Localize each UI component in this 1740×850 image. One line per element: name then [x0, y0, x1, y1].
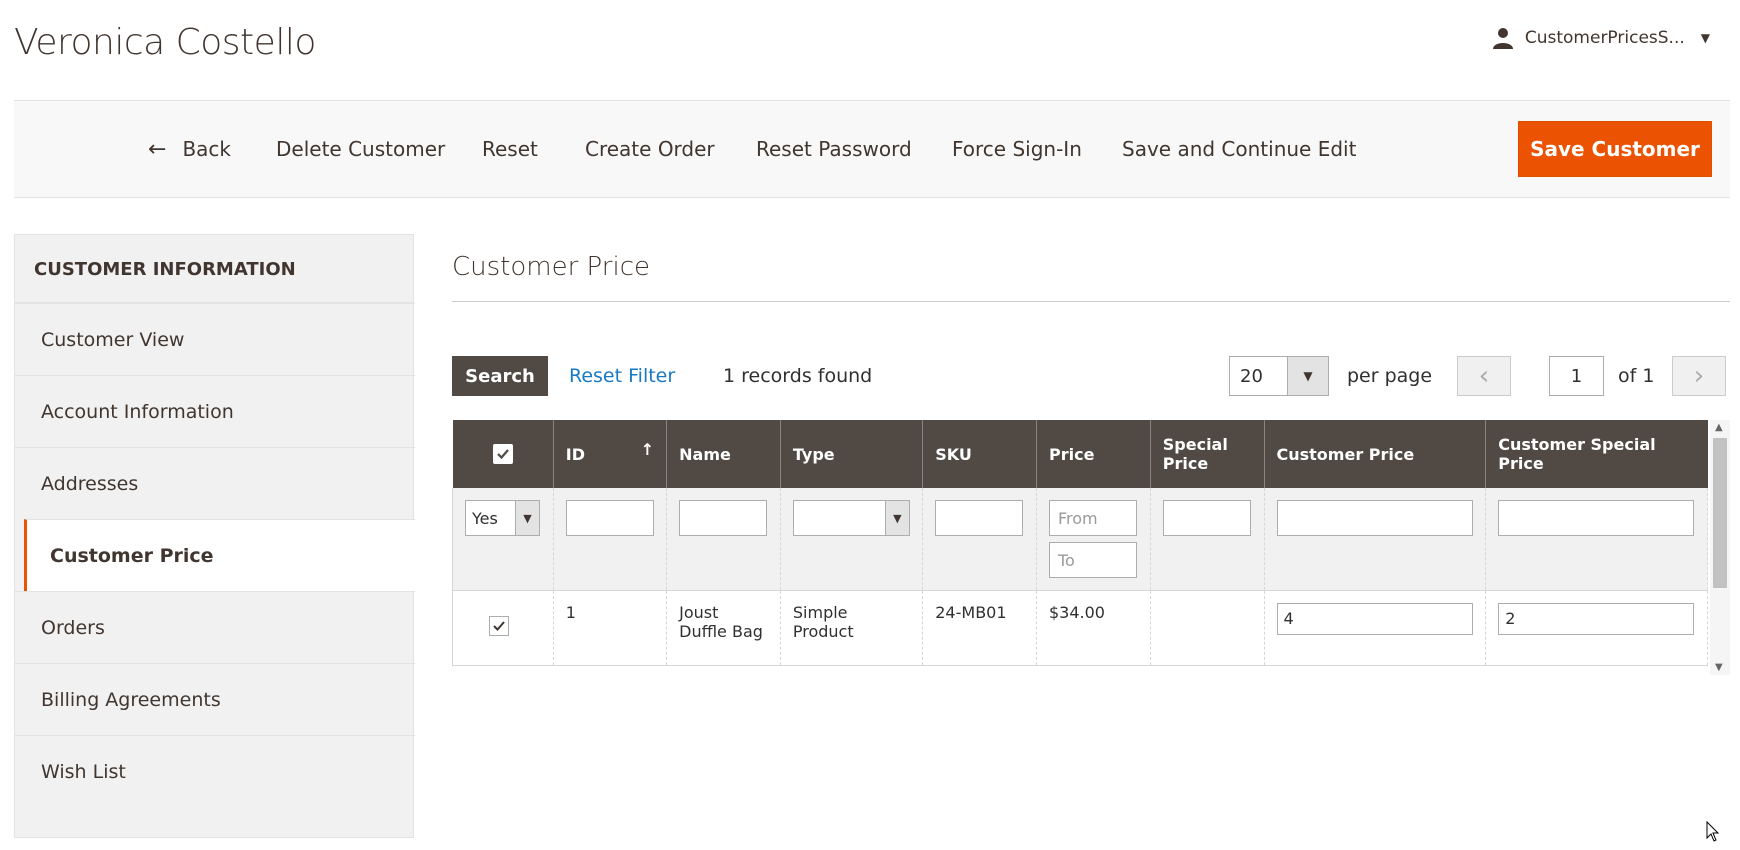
arrow-left-icon: ←: [148, 136, 167, 162]
column-header-customer-price[interactable]: Customer Price: [1263, 420, 1486, 488]
back-label: Back: [182, 137, 231, 161]
chevron-left-icon: ‹: [1478, 361, 1490, 391]
user-menu[interactable]: CustomerPricesS... ▼: [1491, 26, 1710, 50]
mouse-cursor-icon: [1706, 821, 1720, 842]
save-and-continue-button[interactable]: Save and Continue Edit: [1122, 121, 1356, 177]
customer-special-price-input[interactable]: 2: [1498, 602, 1695, 635]
next-page-button[interactable]: ›: [1672, 356, 1726, 396]
column-header-customer-special-price[interactable]: Customer Special Price: [1485, 420, 1708, 488]
customer-price-section: Customer Price Search Reset Filter 1 rec…: [452, 234, 1730, 675]
filter-select-value: Yes: [472, 508, 498, 528]
grid-toolbar: Search Reset Filter 1 records found 20 ▼…: [452, 356, 1730, 398]
customer-info-sidebar: CUSTOMER INFORMATION Customer View Accou…: [14, 234, 415, 838]
header-row: ID ↑ Name Type SKU Price Special Price Cu…: [452, 420, 1708, 488]
customer-price-input[interactable]: 4: [1276, 602, 1473, 635]
search-button[interactable]: Search: [452, 356, 548, 396]
sku-filter-input[interactable]: [935, 500, 1024, 536]
cell-sku: 24-MB01: [922, 590, 1037, 666]
column-header-name[interactable]: Name: [666, 420, 781, 488]
customer-special-price-filter-input[interactable]: [1498, 500, 1695, 536]
force-sign-in-button[interactable]: Force Sign-In: [952, 121, 1082, 177]
reset-filter-link[interactable]: Reset Filter: [569, 365, 675, 387]
page-total: of 1: [1618, 365, 1655, 387]
table-row: 1 Joust Duffle Bag Simple Product 24-MB0…: [452, 590, 1708, 666]
checkmark-icon: [493, 620, 505, 631]
checkmark-icon: [496, 449, 509, 460]
price-from-filter-input[interactable]: From: [1049, 500, 1137, 536]
cell-name: Joust Duffle Bag: [666, 590, 781, 666]
reset-button[interactable]: Reset: [482, 121, 538, 177]
scroll-up-icon[interactable]: ▲: [1715, 422, 1723, 433]
sidebar-item-billing-agreements[interactable]: Billing Agreements: [15, 663, 415, 735]
row-checkbox[interactable]: [489, 615, 509, 636]
sidebar-item-wish-list[interactable]: Wish List: [15, 735, 415, 807]
sidebar-item-addresses[interactable]: Addresses: [15, 447, 415, 519]
chevron-right-icon: ›: [1693, 361, 1705, 391]
back-button[interactable]: ← Back: [148, 121, 231, 177]
per-page-label: per page: [1347, 365, 1433, 387]
cell-id: 1: [552, 590, 668, 666]
user-icon: [1492, 28, 1513, 49]
grid-table: ID ↑ Name Type SKU Price Special Price Cu…: [452, 420, 1708, 666]
sidebar-title: CUSTOMER INFORMATION: [15, 235, 413, 303]
id-filter-input[interactable]: [565, 500, 654, 536]
price-to-filter-input[interactable]: To: [1049, 542, 1137, 578]
column-header-id[interactable]: ID ↑: [552, 420, 667, 488]
scrollbar-thumb[interactable]: [1713, 438, 1727, 588]
column-header-special-price[interactable]: Special Price: [1149, 420, 1264, 488]
scroll-down-icon[interactable]: ▼: [1715, 662, 1723, 673]
select-all-checkbox[interactable]: [492, 444, 513, 464]
page-title: Veronica Costello: [14, 22, 316, 63]
previous-page-button[interactable]: ‹: [1457, 356, 1511, 396]
records-count: 1 records found: [723, 365, 873, 387]
caret-down-icon: ▼: [515, 501, 539, 535]
section-title: Customer Price: [452, 234, 1730, 302]
create-order-button[interactable]: Create Order: [585, 121, 715, 177]
column-header-type[interactable]: Type: [779, 420, 923, 488]
page-number-input[interactable]: [1549, 356, 1604, 396]
sort-ascending-icon: ↑: [640, 440, 655, 459]
column-header-price[interactable]: Price: [1036, 420, 1151, 488]
customer-price-grid: ID ↑ Name Type SKU Price Special Price Cu…: [452, 420, 1730, 675]
column-header-label: ID: [565, 444, 585, 464]
grid-scrollbar[interactable]: ▲ ▼: [1710, 420, 1730, 675]
sidebar-item-account-information[interactable]: Account Information: [15, 375, 415, 447]
special-price-filter-input[interactable]: [1162, 500, 1251, 536]
in-products-filter-select[interactable]: Yes ▼: [465, 500, 540, 536]
delete-customer-button[interactable]: Delete Customer: [276, 121, 445, 177]
cell-special-price: [1149, 590, 1265, 666]
caret-down-icon: ▼: [884, 501, 909, 535]
save-customer-button[interactable]: Save Customer: [1518, 121, 1712, 177]
caret-down-icon: ▼: [1700, 31, 1710, 45]
user-name: CustomerPricesS...: [1524, 28, 1685, 48]
per-page-value: 20: [1240, 365, 1263, 387]
caret-down-icon: ▼: [1286, 357, 1328, 395]
per-page-select[interactable]: 20 ▼: [1229, 356, 1329, 396]
column-header-sku[interactable]: SKU: [922, 420, 1037, 488]
sidebar-item-orders[interactable]: Orders: [15, 591, 415, 663]
sidebar-item-customer-price[interactable]: Customer Price: [24, 519, 415, 591]
name-filter-input[interactable]: [679, 500, 768, 536]
cell-price: $34.00: [1036, 590, 1151, 666]
customer-price-filter-input[interactable]: [1276, 500, 1473, 536]
sidebar-item-customer-view[interactable]: Customer View: [15, 303, 415, 375]
reset-password-button[interactable]: Reset Password: [756, 121, 912, 177]
filter-row: Yes ▼ ▼ From To: [452, 488, 1708, 591]
cell-type: Simple Product: [779, 590, 924, 666]
type-filter-select[interactable]: ▼: [792, 500, 910, 536]
page-actions-bar: ← Back Delete Customer Reset Create Orde…: [14, 100, 1730, 198]
header-select-all[interactable]: [452, 420, 554, 488]
